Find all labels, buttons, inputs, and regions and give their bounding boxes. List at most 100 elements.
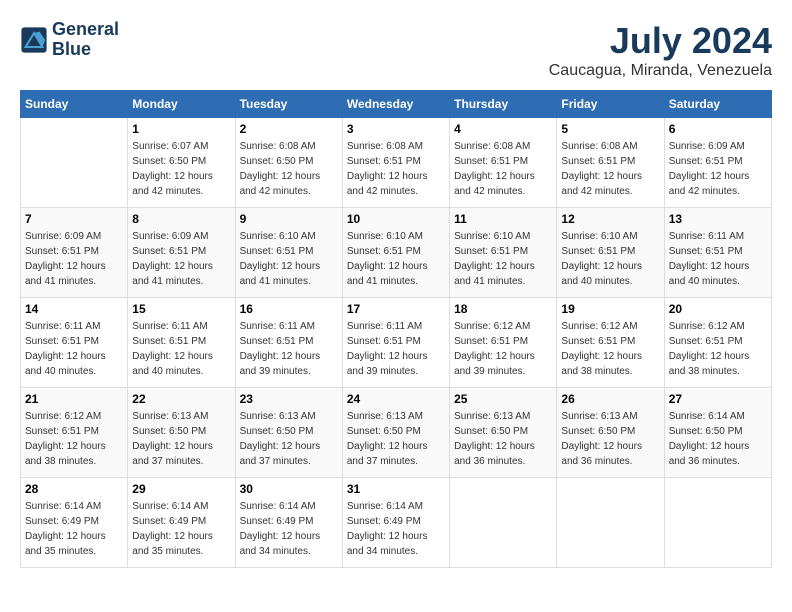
calendar-cell: 16Sunrise: 6:11 AMSunset: 6:51 PMDayligh… <box>235 298 342 388</box>
cell-info: Sunrise: 6:13 AMSunset: 6:50 PMDaylight:… <box>132 409 230 469</box>
cell-info: Sunrise: 6:11 AMSunset: 6:51 PMDaylight:… <box>25 319 123 379</box>
cell-info: Sunrise: 6:14 AMSunset: 6:49 PMDaylight:… <box>347 499 445 559</box>
week-row-5: 28 Sunrise: 6:14 AMSunset: 6:49 PMDayligh… <box>21 478 772 568</box>
cell-info: Sunrise: 6:08 AMSunset: 6:51 PMDaylight:… <box>347 139 445 199</box>
calendar-cell: 7Sunrise: 6:09 AMSunset: 6:51 PMDaylight… <box>21 208 128 298</box>
month-title: July 2024 <box>549 20 772 62</box>
day-number: 31 <box>347 482 445 496</box>
cell-info: Sunrise: 6:13 AMSunset: 6:50 PMDaylight:… <box>454 409 552 469</box>
calendar-cell: 10Sunrise: 6:10 AMSunset: 6:51 PMDayligh… <box>342 208 449 298</box>
calendar-cell: 14Sunrise: 6:11 AMSunset: 6:51 PMDayligh… <box>21 298 128 388</box>
day-number: 6 <box>669 122 767 136</box>
cell-info: Sunrise: 6:07 AMSunset: 6:50 PMDaylight:… <box>132 139 230 199</box>
cell-info: Sunrise: 6:14 AMSunset: 6:50 PMDaylight:… <box>669 409 767 469</box>
calendar-cell: 27 Sunrise: 6:14 AMSunset: 6:50 PMDayligh… <box>664 388 771 478</box>
header-monday: Monday <box>128 91 235 118</box>
cell-info: Sunrise: 6:14 AMSunset: 6:49 PMDaylight:… <box>132 499 230 559</box>
calendar-table: SundayMondayTuesdayWednesdayThursdayFrid… <box>20 90 772 568</box>
day-number: 3 <box>347 122 445 136</box>
calendar-cell: 9 Sunrise: 6:10 AMSunset: 6:51 PMDaylight… <box>235 208 342 298</box>
day-number: 18 <box>454 302 552 316</box>
header-friday: Friday <box>557 91 664 118</box>
title-block: July 2024 Caucagua, Miranda, Venezuela <box>549 20 772 80</box>
cell-info: Sunrise: 6:09 AMSunset: 6:51 PMDaylight:… <box>132 229 230 289</box>
cell-info: Sunrise: 6:10 AMSunset: 6:51 PMDaylight:… <box>240 229 338 289</box>
calendar-cell: 19Sunrise: 6:12 AMSunset: 6:51 PMDayligh… <box>557 298 664 388</box>
cell-info: Sunrise: 6:14 AMSunset: 6:49 PMDaylight:… <box>240 499 338 559</box>
day-number: 17 <box>347 302 445 316</box>
calendar-cell: 11 Sunrise: 6:10 AMSunset: 6:51 PMDayligh… <box>450 208 557 298</box>
cell-info: Sunrise: 6:08 AMSunset: 6:51 PMDaylight:… <box>561 139 659 199</box>
day-number: 27 <box>669 392 767 406</box>
calendar-cell <box>450 478 557 568</box>
calendar-cell: 26 Sunrise: 6:13 AMSunset: 6:50 PMDayligh… <box>557 388 664 478</box>
calendar-cell: 4Sunrise: 6:08 AMSunset: 6:51 PMDaylight… <box>450 118 557 208</box>
day-number: 21 <box>25 392 123 406</box>
day-number: 15 <box>132 302 230 316</box>
calendar-cell <box>557 478 664 568</box>
day-number: 9 <box>240 212 338 226</box>
day-number: 22 <box>132 392 230 406</box>
day-number: 29 <box>132 482 230 496</box>
day-number: 30 <box>240 482 338 496</box>
day-number: 26 <box>561 392 659 406</box>
day-number: 24 <box>347 392 445 406</box>
week-row-2: 7 Sunrise: 6:09 AMSunset: 6:51 PMDaylight… <box>21 208 772 298</box>
day-number: 2 <box>240 122 338 136</box>
calendar-cell: 25 Sunrise: 6:13 AMSunset: 6:50 PMDayligh… <box>450 388 557 478</box>
cell-info: Sunrise: 6:10 AMSunset: 6:51 PMDaylight:… <box>454 229 552 289</box>
logo: General Blue <box>20 20 119 60</box>
header-thursday: Thursday <box>450 91 557 118</box>
calendar-cell: 8 Sunrise: 6:09 AMSunset: 6:51 PMDaylight… <box>128 208 235 298</box>
day-number: 23 <box>240 392 338 406</box>
header-sunday: Sunday <box>21 91 128 118</box>
day-number: 7 <box>25 212 123 226</box>
calendar-cell: 6 Sunrise: 6:09 AMSunset: 6:51 PMDaylight… <box>664 118 771 208</box>
cell-info: Sunrise: 6:12 AMSunset: 6:51 PMDaylight:… <box>561 319 659 379</box>
cell-info: Sunrise: 6:13 AMSunset: 6:50 PMDaylight:… <box>240 409 338 469</box>
calendar-cell <box>21 118 128 208</box>
day-number: 11 <box>454 212 552 226</box>
calendar-cell: 21 Sunrise: 6:12 AMSunset: 6:51 PMDayligh… <box>21 388 128 478</box>
header-wednesday: Wednesday <box>342 91 449 118</box>
calendar-cell: 3 Sunrise: 6:08 AMSunset: 6:51 PMDaylight… <box>342 118 449 208</box>
day-number: 12 <box>561 212 659 226</box>
cell-info: Sunrise: 6:13 AMSunset: 6:50 PMDaylight:… <box>561 409 659 469</box>
day-number: 10 <box>347 212 445 226</box>
calendar-cell: 30 Sunrise: 6:14 AMSunset: 6:49 PMDayligh… <box>235 478 342 568</box>
week-row-4: 21 Sunrise: 6:12 AMSunset: 6:51 PMDayligh… <box>21 388 772 478</box>
calendar-cell: 23 Sunrise: 6:13 AMSunset: 6:50 PMDayligh… <box>235 388 342 478</box>
calendar-cell: 1 Sunrise: 6:07 AMSunset: 6:50 PMDaylight… <box>128 118 235 208</box>
calendar-cell: 12Sunrise: 6:10 AMSunset: 6:51 PMDayligh… <box>557 208 664 298</box>
calendar-cell <box>664 478 771 568</box>
day-number: 13 <box>669 212 767 226</box>
page-header: General Blue July 2024 Caucagua, Miranda… <box>20 20 772 80</box>
calendar-cell: 28Sunrise: 6:14 AMSunset: 6:49 PMDayligh… <box>21 478 128 568</box>
cell-info: Sunrise: 6:11 AMSunset: 6:51 PMDaylight:… <box>669 229 767 289</box>
calendar-cell: 13 Sunrise: 6:11 AMSunset: 6:51 PMDayligh… <box>664 208 771 298</box>
location-title: Caucagua, Miranda, Venezuela <box>549 62 772 80</box>
cell-info: Sunrise: 6:08 AMSunset: 6:50 PMDaylight:… <box>240 139 338 199</box>
day-number: 28 <box>25 482 123 496</box>
calendar-cell: 31 Sunrise: 6:14 AMSunset: 6:49 PMDayligh… <box>342 478 449 568</box>
day-number: 25 <box>454 392 552 406</box>
day-number: 1 <box>132 122 230 136</box>
cell-info: Sunrise: 6:12 AMSunset: 6:51 PMDaylight:… <box>25 409 123 469</box>
calendar-cell: 5Sunrise: 6:08 AMSunset: 6:51 PMDaylight… <box>557 118 664 208</box>
day-number: 8 <box>132 212 230 226</box>
calendar-cell: 18 Sunrise: 6:12 AMSunset: 6:51 PMDayligh… <box>450 298 557 388</box>
calendar-cell: 2 Sunrise: 6:08 AMSunset: 6:50 PMDaylight… <box>235 118 342 208</box>
cell-info: Sunrise: 6:11 AMSunset: 6:51 PMDaylight:… <box>132 319 230 379</box>
cell-info: Sunrise: 6:09 AMSunset: 6:51 PMDaylight:… <box>669 139 767 199</box>
logo-text: General Blue <box>52 20 119 60</box>
cell-info: Sunrise: 6:12 AMSunset: 6:51 PMDaylight:… <box>454 319 552 379</box>
cell-info: Sunrise: 6:11 AMSunset: 6:51 PMDaylight:… <box>347 319 445 379</box>
day-number: 4 <box>454 122 552 136</box>
calendar-header-row: SundayMondayTuesdayWednesdayThursdayFrid… <box>21 91 772 118</box>
day-number: 16 <box>240 302 338 316</box>
calendar-cell: 22 Sunrise: 6:13 AMSunset: 6:50 PMDayligh… <box>128 388 235 478</box>
day-number: 20 <box>669 302 767 316</box>
calendar-cell: 29 Sunrise: 6:14 AMSunset: 6:49 PMDayligh… <box>128 478 235 568</box>
cell-info: Sunrise: 6:13 AMSunset: 6:50 PMDaylight:… <box>347 409 445 469</box>
calendar-cell: 24 Sunrise: 6:13 AMSunset: 6:50 PMDayligh… <box>342 388 449 478</box>
